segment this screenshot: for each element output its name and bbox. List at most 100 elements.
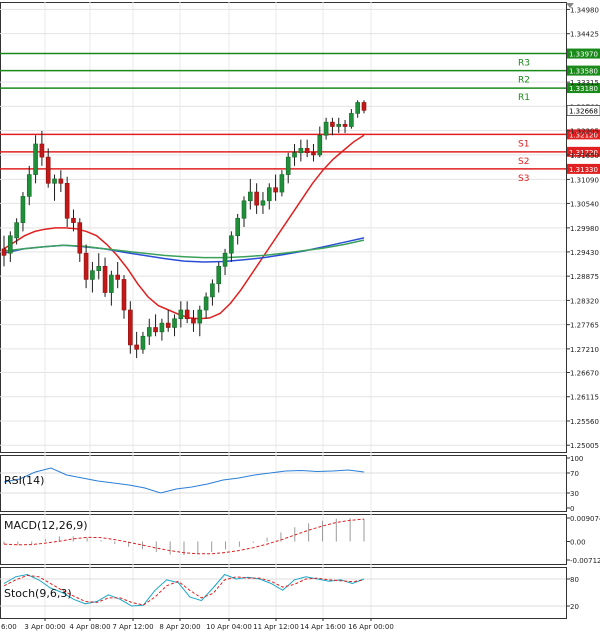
candle-body <box>248 191 253 202</box>
candle-body <box>317 134 323 156</box>
macd-label: MACD(12,26,9) <box>4 519 88 532</box>
candle-body <box>254 191 259 206</box>
y-tick-label: 1.26115 <box>570 394 599 402</box>
level-name: R2 <box>518 76 530 86</box>
candle-body <box>64 183 70 219</box>
candle-body <box>20 196 26 223</box>
candle-body <box>146 327 152 337</box>
level-price-label: 1.31330 <box>569 166 598 174</box>
candle-body <box>1 248 7 256</box>
candle-body <box>109 274 114 293</box>
candle-body <box>235 217 240 237</box>
candle-body <box>178 309 184 320</box>
candle-body <box>336 124 342 127</box>
candle-body <box>311 152 316 156</box>
y-tick-label: 1.34980 <box>570 6 599 14</box>
x-tick-label: 6:00 <box>1 623 17 631</box>
candle-body <box>197 309 203 324</box>
candle-body <box>52 178 57 184</box>
level-price-label: 1.33580 <box>569 68 598 76</box>
candle-body <box>14 222 19 239</box>
level-name: S3 <box>518 174 529 184</box>
candle-body <box>165 322 171 328</box>
stoch-tick-label: 20 <box>570 603 579 611</box>
y-tick-label: 1.29980 <box>570 225 599 233</box>
candle-body <box>121 279 127 311</box>
candle-body <box>153 327 158 333</box>
candle-body <box>349 113 354 127</box>
stoch-tick-label: 80 <box>570 576 579 584</box>
stoch-label: Stoch(9,6,3) <box>4 587 72 600</box>
candle-body <box>273 187 278 193</box>
macd-tick-label: -0.007124 <box>570 557 600 565</box>
rsi-tick-label: 100 <box>570 455 583 463</box>
candle-body <box>45 156 51 184</box>
y-tick-label: 1.26670 <box>570 369 599 377</box>
rsi-tick-label: 70 <box>570 470 579 478</box>
candle-body <box>342 124 348 127</box>
candle-body <box>210 283 215 298</box>
x-tick-label: 8 Apr 20:00 <box>159 623 200 631</box>
rsi-tick-label: 30 <box>570 490 579 498</box>
candle-body <box>26 174 32 197</box>
candle-body <box>222 252 228 267</box>
candle-body <box>83 252 89 280</box>
level-price-label: 1.33970 <box>569 51 598 59</box>
candle-body <box>159 322 165 333</box>
level-name: S2 <box>518 157 529 167</box>
candle-body <box>39 143 45 158</box>
macd-tick-label: 0.009074 <box>570 515 600 523</box>
candle-body <box>285 156 291 175</box>
candle-body <box>115 274 120 280</box>
y-tick-label: 1.25560 <box>570 418 599 426</box>
x-tick-label: 4 Apr 08:00 <box>69 623 110 631</box>
y-tick-label: 1.34425 <box>570 31 599 39</box>
candle-body <box>33 143 38 175</box>
rsi-label: RSI(14) <box>4 474 44 487</box>
candle-body <box>229 235 234 254</box>
candle-body <box>279 174 285 193</box>
candle-body <box>266 187 272 202</box>
candle-body <box>58 178 64 184</box>
candle-body <box>241 200 247 219</box>
macd-tick-label: 0.00 <box>570 539 586 547</box>
x-tick-label: 10 Apr 04:00 <box>206 623 252 631</box>
candle-body <box>330 121 335 127</box>
candle-body <box>304 148 310 154</box>
candle-body <box>260 200 266 206</box>
x-tick-label: 14 Apr 16:00 <box>300 623 346 631</box>
candle-body <box>140 335 146 350</box>
current-price-label: 1.32668 <box>569 107 598 115</box>
x-tick-label: 11 Apr 12:00 <box>253 623 299 631</box>
candle-body <box>134 344 139 350</box>
chart-root: R3 1.33970 R2 1.33580 R1 1.33180 S1 1.32120 S2 1.… <box>0 0 600 634</box>
candle-body <box>203 296 209 311</box>
candle-body <box>292 152 297 158</box>
candle-body <box>90 270 95 280</box>
rsi-tick-label: 0 <box>570 505 574 513</box>
level-name: R1 <box>518 93 530 103</box>
y-tick-label: 1.29430 <box>570 249 599 257</box>
candle-body <box>323 121 329 136</box>
candle-body <box>8 235 13 254</box>
y-tick-label: 1.27765 <box>570 322 599 330</box>
x-tick-label: 7 Apr 12:00 <box>112 623 153 631</box>
level-name: S1 <box>518 139 529 149</box>
candle-body <box>96 266 102 271</box>
level-name: R3 <box>518 59 530 69</box>
y-tick-label: 1.33315 <box>570 79 599 87</box>
candle-body <box>298 148 304 154</box>
candle-body <box>102 266 108 293</box>
candle-body <box>191 318 196 324</box>
x-tick-label: 3 Apr 00:00 <box>24 623 65 631</box>
y-tick-label: 1.31090 <box>570 176 599 184</box>
x-tick-label: 16 Apr 00:00 <box>348 623 394 631</box>
rsi-panel <box>0 455 567 512</box>
forex-chart: R31.33970R21.33580R11.33180S11.32120S21.… <box>0 0 600 634</box>
candle-body <box>355 102 360 114</box>
candle-body <box>184 309 190 320</box>
y-tick-label: 1.28320 <box>570 297 599 305</box>
y-tick-label: 1.30540 <box>570 200 599 208</box>
stoch-panel <box>0 567 567 619</box>
y-tick-label: 1.31650 <box>570 152 599 160</box>
